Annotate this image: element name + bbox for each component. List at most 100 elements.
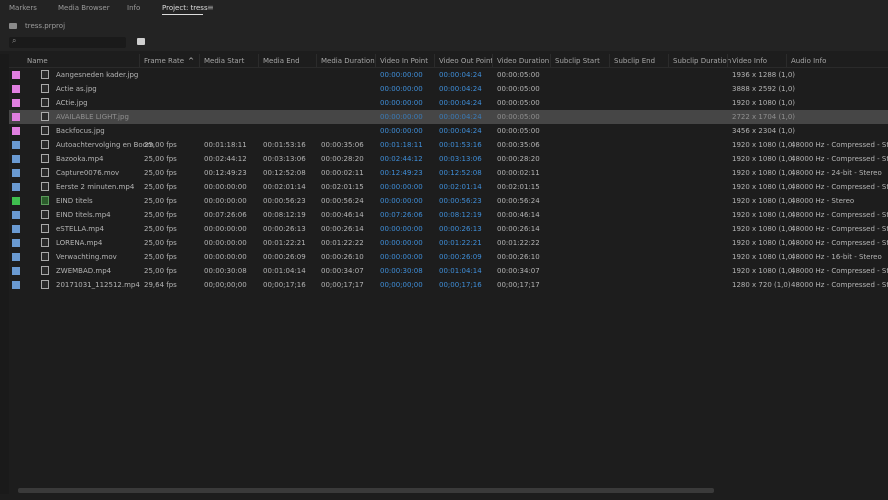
item-name[interactable]: 20171031_112512.mp4 xyxy=(56,281,140,289)
column-header-media-duration[interactable]: Media Duration xyxy=(321,57,375,65)
column-divider[interactable] xyxy=(668,54,669,67)
table-row[interactable]: 20171031_112512.mp4 29,64 fps 00;00;00;00 0… xyxy=(9,278,888,292)
search-input[interactable]: ⌕ xyxy=(9,36,126,48)
table-row[interactable]: ZWEMBAD.mp4 25,00 fps 00:00:30:08 00:01:04:… xyxy=(9,264,888,278)
table-row[interactable]: Actie as.jpg 00:00:00:00 00:00:04:24 00:00:… xyxy=(9,82,888,96)
label-color-swatch[interactable] xyxy=(12,99,20,107)
column-divider[interactable] xyxy=(786,54,787,67)
column-divider[interactable] xyxy=(199,54,200,67)
table-row[interactable]: Verwachting.mov 25,00 fps 00:00:00:00 00:00… xyxy=(9,250,888,264)
cell-video-out[interactable]: 00:00:26:13 xyxy=(439,225,482,233)
cell-video-out[interactable]: 00:00:26:09 xyxy=(439,253,482,261)
column-divider[interactable] xyxy=(139,54,140,67)
table-row[interactable]: Aangesneden kader.jpg 00:00:00:00 00:00:04… xyxy=(9,68,888,82)
cell-video-out[interactable]: 00:00:04:24 xyxy=(439,113,482,121)
cell-video-in[interactable]: 00:00:00:00 xyxy=(380,183,423,191)
cell-video-in[interactable]: 00:02:44:12 xyxy=(380,155,423,163)
label-color-swatch[interactable] xyxy=(12,211,20,219)
table-row[interactable]: EIND titels 25,00 fps 00:00:00:00 00:00:56:… xyxy=(9,194,888,208)
column-header-audio-info[interactable]: Audio Info xyxy=(791,57,826,65)
table-row[interactable]: eSTELLA.mp4 25,00 fps 00:00:00:00 00:00:26:… xyxy=(9,222,888,236)
cell-video-in[interactable]: 00:00:00:00 xyxy=(380,127,423,135)
table-row[interactable]: LORENA.mp4 25,00 fps 00:00:00:00 00:01:22:2… xyxy=(9,236,888,250)
cell-video-in[interactable]: 00:00:00:00 xyxy=(380,85,423,93)
horizontal-scrollbar[interactable] xyxy=(18,488,714,493)
cell-video-out[interactable]: 00:01:04:14 xyxy=(439,267,482,275)
column-header-frame-rate[interactable]: Frame Rate ^ xyxy=(144,57,194,65)
cell-video-in[interactable]: 00:00:00:00 xyxy=(380,197,423,205)
column-header-video-duration[interactable]: Video Duration xyxy=(497,57,549,65)
label-color-swatch[interactable] xyxy=(12,141,20,149)
label-color-swatch[interactable] xyxy=(12,71,20,79)
column-divider[interactable] xyxy=(375,54,376,67)
tab-info[interactable]: Info xyxy=(127,4,140,12)
column-divider[interactable] xyxy=(316,54,317,67)
item-name[interactable]: EIND titels.mp4 xyxy=(56,211,111,219)
item-name[interactable]: LORENA.mp4 xyxy=(56,239,102,247)
cell-video-in[interactable]: 00:00:00:00 xyxy=(380,71,423,79)
cell-video-in[interactable]: 00:12:49:23 xyxy=(380,169,423,177)
label-color-swatch[interactable] xyxy=(12,267,20,275)
cell-video-in[interactable]: 00:00:30:08 xyxy=(380,267,423,275)
cell-video-out[interactable]: 00:00:04:24 xyxy=(439,85,482,93)
item-name[interactable]: Verwachting.mov xyxy=(56,253,117,261)
label-color-swatch[interactable] xyxy=(12,197,20,205)
cell-video-out[interactable]: 00:00:04:24 xyxy=(439,99,482,107)
cell-video-in[interactable]: 00:00:00:00 xyxy=(380,225,423,233)
cell-video-out[interactable]: 00:00:04:24 xyxy=(439,71,482,79)
cell-video-out[interactable]: 00:00:04:24 xyxy=(439,127,482,135)
cell-video-in[interactable]: 00:00:00:00 xyxy=(380,99,423,107)
table-row[interactable]: Bazooka.mp4 25,00 fps 00:02:44:12 00:03:13:… xyxy=(9,152,888,166)
label-color-swatch[interactable] xyxy=(12,225,20,233)
column-header-subclip-start[interactable]: Subclip Start xyxy=(555,57,600,65)
item-name[interactable]: eSTELLA.mp4 xyxy=(56,225,104,233)
cell-video-in[interactable]: 00:07:26:06 xyxy=(380,211,423,219)
item-name[interactable]: Autoachtervolging en Boom xyxy=(56,141,154,149)
item-name[interactable]: Bazooka.mp4 xyxy=(56,155,104,163)
hamburger-menu-icon[interactable]: ≡ xyxy=(207,3,214,12)
column-header-media-start[interactable]: Media Start xyxy=(204,57,244,65)
column-header-video-out-point[interactable]: Video Out Point xyxy=(439,57,493,65)
item-name[interactable]: Aangesneden kader.jpg xyxy=(56,71,138,79)
table-row[interactable]: ACtie.jpg 00:00:00:00 00:00:04:24 00:00:05:… xyxy=(9,96,888,110)
column-header-subclip-duration[interactable]: Subclip Duration xyxy=(673,57,731,65)
cell-video-in[interactable]: 00;00;00;00 xyxy=(380,281,423,289)
cell-video-out[interactable]: 00;00;17;16 xyxy=(439,281,482,289)
column-divider[interactable] xyxy=(434,54,435,67)
label-color-swatch[interactable] xyxy=(12,239,20,247)
column-divider[interactable] xyxy=(492,54,493,67)
label-color-swatch[interactable] xyxy=(12,127,20,135)
column-header-subclip-end[interactable]: Subclip End xyxy=(614,57,655,65)
table-row[interactable]: Backfocus.jpg 00:00:00:00 00:00:04:24 00:00… xyxy=(9,124,888,138)
cell-video-out[interactable]: 00:01:53:16 xyxy=(439,141,482,149)
cell-video-in[interactable]: 00:00:00:00 xyxy=(380,113,423,121)
cell-video-out[interactable]: 00:12:52:08 xyxy=(439,169,482,177)
item-name[interactable]: ACtie.jpg xyxy=(56,99,88,107)
label-color-swatch[interactable] xyxy=(12,253,20,261)
item-name[interactable]: AVAILABLE LIGHT.jpg xyxy=(56,113,129,121)
column-header-video-info[interactable]: Video Info xyxy=(732,57,767,65)
column-header-media-end[interactable]: Media End xyxy=(263,57,300,65)
new-bin-icon[interactable] xyxy=(137,38,145,45)
cell-video-out[interactable]: 00:01:22:21 xyxy=(439,239,482,247)
label-color-swatch[interactable] xyxy=(12,281,20,289)
tab-project[interactable]: Project: tress xyxy=(162,4,208,12)
cell-video-in[interactable]: 00:00:00:00 xyxy=(380,239,423,247)
cell-video-out[interactable]: 00:03:13:06 xyxy=(439,155,482,163)
table-row[interactable]: Eerste 2 minuten.mp4 25,00 fps 00:00:00:00… xyxy=(9,180,888,194)
cell-video-out[interactable]: 00:00:56:23 xyxy=(439,197,482,205)
cell-video-in[interactable]: 00:00:00:00 xyxy=(380,253,423,261)
column-divider[interactable] xyxy=(258,54,259,67)
table-row[interactable]: Capture0076.mov 25,00 fps 00:12:49:23 00:12… xyxy=(9,166,888,180)
cell-video-in[interactable]: 00:01:18:11 xyxy=(380,141,423,149)
cell-video-out[interactable]: 00:02:01:14 xyxy=(439,183,482,191)
item-name[interactable]: EIND titels xyxy=(56,197,93,205)
label-color-swatch[interactable] xyxy=(12,155,20,163)
tab-media-browser[interactable]: Media Browser xyxy=(58,4,110,12)
table-row[interactable]: EIND titels.mp4 25,00 fps 00:07:26:06 00:08… xyxy=(9,208,888,222)
label-color-swatch[interactable] xyxy=(12,113,20,121)
column-divider[interactable] xyxy=(550,54,551,67)
column-divider[interactable] xyxy=(727,54,728,67)
table-row[interactable]: Autoachtervolging en Boom 25,00 fps 00:01:… xyxy=(9,138,888,152)
cell-video-out[interactable]: 00:08:12:19 xyxy=(439,211,482,219)
